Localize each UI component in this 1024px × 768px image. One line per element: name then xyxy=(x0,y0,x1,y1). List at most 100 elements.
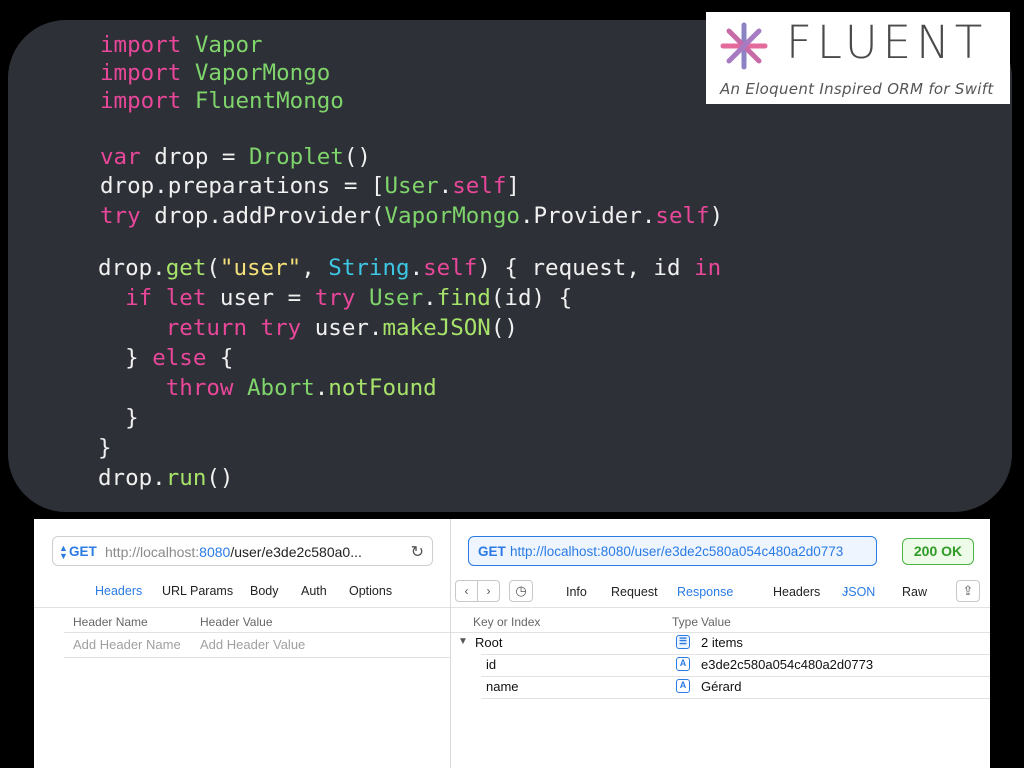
tab-request[interactable]: Request xyxy=(611,585,658,599)
code-token: ) { request, id xyxy=(477,255,695,281)
code-token: notFound xyxy=(328,375,437,401)
tab-headers[interactable]: Headers xyxy=(95,584,142,598)
row-key: Root xyxy=(475,635,503,650)
code-token: import xyxy=(100,32,195,58)
col-type: Type xyxy=(672,615,699,629)
code-line: import FluentMongo xyxy=(100,90,344,113)
code-token: , xyxy=(301,255,329,281)
response-url-bar[interactable]: GET http://localhost:8080/user/e3de2c580… xyxy=(468,536,877,566)
asterisk-icon xyxy=(720,22,768,70)
code-token: . xyxy=(314,375,329,401)
code-token: . xyxy=(409,255,424,281)
logo-wordmark: FLUENT xyxy=(786,16,988,69)
code-token: user. xyxy=(314,315,383,341)
code-token: run xyxy=(165,465,207,491)
chevron-down-icon: ⌄ xyxy=(842,585,851,596)
code-token: import xyxy=(100,60,195,86)
tab-options[interactable]: Options xyxy=(349,584,392,598)
code-token: try xyxy=(314,285,369,311)
code-token: ] xyxy=(506,173,520,199)
code-line: if let user = try User.find(id) { xyxy=(98,287,572,310)
code-token: () xyxy=(490,315,518,341)
tab-response[interactable]: Response xyxy=(677,585,733,599)
row-value: 2 items xyxy=(701,635,743,650)
code-token: VaporMongo xyxy=(194,60,331,86)
tab-auth[interactable]: Auth xyxy=(301,584,327,598)
tab-url-params[interactable]: URL Params xyxy=(162,584,233,598)
code-line: import Vapor xyxy=(100,34,263,57)
code-token: drop.addProvider( xyxy=(154,203,385,229)
response-pane: GET http://localhost:8080/user/e3de2c580… xyxy=(451,519,990,768)
back-icon[interactable]: ‹ xyxy=(455,580,478,602)
code-token: VaporMongo xyxy=(384,203,520,229)
code-token: } xyxy=(98,405,139,431)
code-token: User xyxy=(384,173,439,199)
method-select-icon[interactable]: ▲ ▼ xyxy=(59,544,68,561)
header-name-input[interactable]: Add Header Name xyxy=(73,637,181,652)
code-token: return try xyxy=(98,315,315,341)
code-token: drop.preparations = [ xyxy=(100,173,385,199)
code-line: } xyxy=(98,437,112,460)
code-token: Droplet xyxy=(249,144,344,170)
code-token: () xyxy=(206,465,234,491)
code-line: var drop = Droplet() xyxy=(100,146,371,169)
request-method[interactable]: GET xyxy=(69,544,97,559)
code-line: drop.run() xyxy=(98,467,233,490)
code-token: .Provider. xyxy=(519,203,656,229)
code-token: else xyxy=(152,345,207,371)
disclosure-triangle-icon[interactable]: ▼ xyxy=(458,636,468,647)
col-value: Value xyxy=(701,615,731,629)
code-line: throw Abort.notFound xyxy=(98,377,437,400)
tree-row-root[interactable]: ▼ Root ☰ 2 items xyxy=(451,632,990,654)
forward-icon[interactable]: › xyxy=(477,580,500,602)
col-header-value: Header Value xyxy=(200,615,273,629)
code-token: "user" xyxy=(219,255,302,281)
row-value: Gérard xyxy=(701,679,742,694)
request-url-bar[interactable]: ▲ ▼ GET http://localhost:8080/user/e3de2c… xyxy=(52,536,433,566)
code-token: FluentMongo xyxy=(194,88,344,114)
code-token: } xyxy=(98,435,112,461)
code-token: if let xyxy=(98,285,220,311)
string-type-icon: A xyxy=(676,657,690,671)
row-key: name xyxy=(486,679,519,694)
tree-row-id[interactable]: id A e3de2c580a054c480a2d0773 xyxy=(451,654,990,676)
url-path: /user/e3de2c580a0... xyxy=(230,544,362,560)
code-token: (id) { xyxy=(490,285,573,311)
code-token: import xyxy=(100,88,195,114)
code-token: try xyxy=(100,203,155,229)
code-token: self xyxy=(655,203,710,229)
tab-body[interactable]: Body xyxy=(250,584,279,598)
code-line: } xyxy=(98,407,139,430)
code-token: makeJSON xyxy=(382,315,491,341)
code-token: drop. xyxy=(98,255,166,281)
code-line: drop.get("user", String.self) { request,… xyxy=(98,257,721,280)
request-url[interactable]: http://localhost:8080/user/e3de2c580a0..… xyxy=(105,544,362,560)
tab-response-headers[interactable]: Headers xyxy=(773,585,820,599)
share-icon[interactable]: ⇪ xyxy=(956,580,980,602)
code-token: ( xyxy=(206,255,220,281)
tab-raw[interactable]: Raw xyxy=(902,585,927,599)
code-token: User xyxy=(368,285,424,311)
code-token: } xyxy=(98,345,153,371)
fluent-logo: FLUENT An Eloquent Inspired ORM for Swif… xyxy=(706,12,1010,104)
row-value: e3de2c580a054c480a2d0773 xyxy=(701,657,874,672)
code-token: find xyxy=(436,285,491,311)
col-key: Key or Index xyxy=(473,615,541,629)
code-token: Abort xyxy=(247,375,315,401)
header-value-input[interactable]: Add Header Value xyxy=(200,637,305,652)
tree-row-name[interactable]: name A Gérard xyxy=(451,676,990,698)
history-icon[interactable]: ◷ xyxy=(509,580,533,602)
code-token: self xyxy=(423,255,478,281)
logo-tagline: An Eloquent Inspired ORM for Swift xyxy=(720,80,994,98)
row-key: id xyxy=(486,657,497,672)
refresh-icon[interactable]: ↻ xyxy=(411,542,424,562)
code-token: user = xyxy=(219,285,315,311)
url-port: 8080 xyxy=(199,544,231,560)
col-header-name: Header Name xyxy=(73,615,148,629)
code-line: try drop.addProvider(VaporMongo.Provider… xyxy=(100,205,723,228)
code-token: drop. xyxy=(98,465,166,491)
code-line: drop.preparations = [User.self] xyxy=(100,175,520,198)
code-token: var xyxy=(100,144,155,170)
code-token: . xyxy=(438,173,453,199)
tab-info[interactable]: Info xyxy=(566,585,587,599)
